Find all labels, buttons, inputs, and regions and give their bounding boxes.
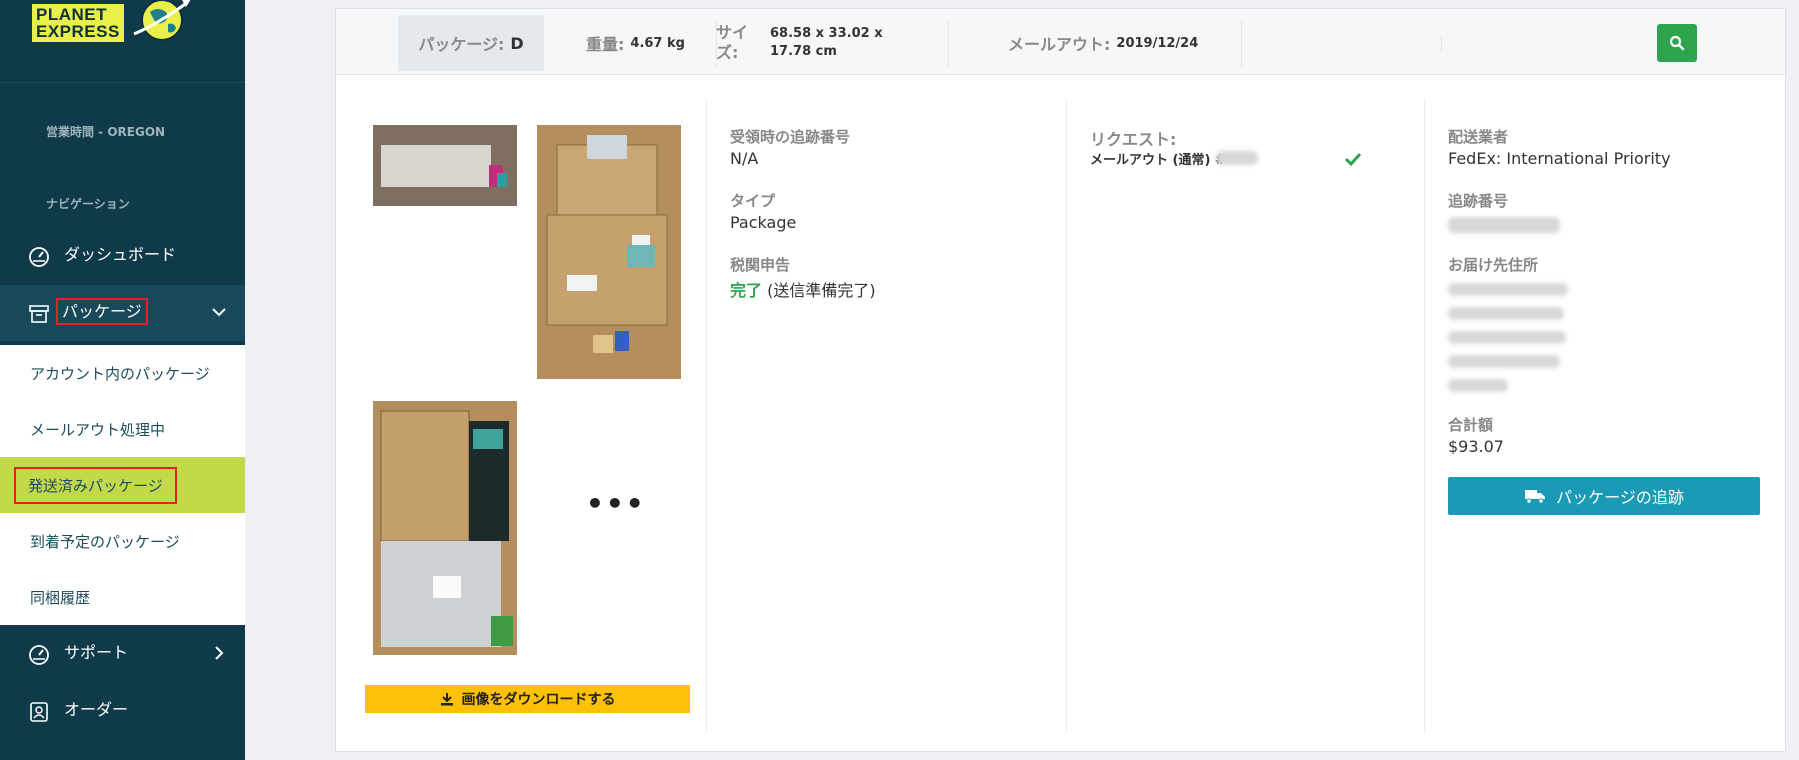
- request-label: リクエスト:: [1090, 130, 1177, 149]
- total-value: $93.07: [1448, 437, 1504, 456]
- more-photos-indicator[interactable]: •••: [586, 487, 646, 520]
- mailout-label: メールアウト:: [1008, 35, 1111, 54]
- redacted-address-line: [1448, 355, 1560, 368]
- column-divider: [706, 101, 707, 731]
- header-divider: [948, 21, 949, 67]
- header-divider: [1441, 35, 1442, 53]
- logo-line-1: PLANET: [36, 5, 107, 24]
- redacted-address-line: [1448, 307, 1564, 320]
- nav-support[interactable]: サポート: [0, 626, 245, 682]
- submenu-shipped-packages-label: 発送済みパッケージ: [14, 467, 177, 504]
- carrier-label: 配送業者: [1448, 128, 1509, 146]
- gauge-icon: [29, 645, 49, 665]
- archive-box-icon: [29, 305, 49, 323]
- customs-note: (送信準備完了): [767, 281, 876, 300]
- package-id-cell: パッケージ: D: [398, 15, 544, 71]
- header-divider: [1241, 21, 1242, 67]
- tracking-label: 追跡番号: [1448, 192, 1509, 210]
- nav-support-label: サポート: [64, 643, 129, 662]
- column-divider: [1066, 101, 1067, 731]
- total-label: 合計額: [1448, 416, 1494, 434]
- submenu-account-packages-label: アカウント内のパッケージ: [30, 365, 210, 383]
- submenu-expected-packages-label: 到着予定のパッケージ: [30, 533, 180, 551]
- track-package-label: パッケージの追跡: [1556, 488, 1684, 507]
- search-button[interactable]: [1657, 24, 1697, 62]
- nav-packages[interactable]: パッケージ: [0, 285, 245, 341]
- package-photo-2-image: [537, 125, 681, 379]
- submenu-consolidation-history-label: 同梱履歴: [30, 589, 91, 607]
- package-card: パッケージ: D 重量: 4.67 kg サイズ: 68.58 x 33.02 …: [335, 8, 1786, 752]
- redacted-tracking-number: [1448, 217, 1560, 233]
- size-label: サイズ:: [716, 23, 749, 62]
- submenu-expected-packages[interactable]: 到着予定のパッケージ: [0, 513, 245, 569]
- type-value: Package: [730, 213, 797, 232]
- tracking-in-label: 受領時の追跡番号: [730, 128, 851, 146]
- contact-card-icon: [30, 702, 48, 722]
- nav-packages-text: パッケージ: [56, 298, 148, 325]
- package-label: パッケージ:: [418, 35, 505, 54]
- nav-dashboard[interactable]: ダッシュボード: [0, 228, 245, 284]
- weight-label: 重量:: [586, 35, 625, 54]
- download-images-button[interactable]: 画像をダウンロードする: [365, 685, 690, 713]
- request-value: メールアウト (通常) #: [1090, 153, 1226, 168]
- address-label: お届け先住所: [1448, 256, 1539, 274]
- nav-orders[interactable]: オーダー: [0, 683, 245, 739]
- submenu-shipped-packages[interactable]: 発送済みパッケージ: [0, 457, 245, 513]
- download-icon: [440, 693, 453, 706]
- package-summary-header: パッケージ: D 重量: 4.67 kg サイズ: 68.58 x 33.02 …: [336, 9, 1785, 75]
- sidebar-divider: [0, 82, 245, 83]
- column-divider: [1424, 101, 1425, 731]
- customs-value: 完了 (送信準備完了): [730, 277, 876, 301]
- weight-cell: 重量: 4.67 kg: [586, 15, 685, 71]
- redacted-request-id: [1216, 151, 1258, 165]
- packages-submenu: アカウント内のパッケージ メールアウト処理中 発送済みパッケージ 到着予定のパッ…: [0, 345, 245, 625]
- gauge-icon: [29, 247, 49, 267]
- download-images-label: 画像をダウンロードする: [461, 692, 616, 708]
- search-icon: [1669, 35, 1685, 51]
- navigation-heading: ナビゲーション: [46, 197, 130, 211]
- weight-value: 4.67 kg: [630, 35, 685, 51]
- submenu-consolidation-history[interactable]: 同梱履歴: [0, 569, 245, 625]
- mailout-cell: メールアウト: 2019/12/24: [1008, 15, 1198, 71]
- package-photo-1[interactable]: [373, 125, 517, 206]
- size-cell: サイズ: 68.58 x 33.02 x 17.78 cm: [716, 15, 906, 71]
- nav-packages-label: パッケージ: [56, 298, 148, 325]
- redacted-address-line: [1448, 331, 1566, 344]
- package-value: D: [510, 33, 524, 53]
- carrier-value: FedEx: International Priority: [1448, 149, 1671, 168]
- size-value: 68.58 x 33.02 x 17.78 cm: [770, 26, 883, 59]
- tracking-in-value: N/A: [730, 149, 759, 168]
- logo-line-2: EXPRESS: [36, 22, 120, 41]
- package-photo-2[interactable]: [537, 125, 681, 379]
- nav-dashboard-label: ダッシュボード: [64, 245, 177, 264]
- redacted-address-line: [1448, 283, 1568, 296]
- submenu-account-packages[interactable]: アカウント内のパッケージ: [0, 345, 245, 401]
- chevron-right-icon: [215, 646, 224, 660]
- package-photo-3-image: [373, 401, 517, 655]
- redacted-address-line: [1448, 379, 1508, 392]
- truck-icon: [1525, 490, 1546, 504]
- type-label: タイプ: [730, 192, 776, 210]
- mailout-value: 2019/12/24: [1116, 35, 1199, 51]
- chevron-down-icon: [212, 308, 226, 317]
- globe-icon: [133, 0, 191, 41]
- customs-status: 完了: [730, 281, 763, 300]
- track-package-button[interactable]: パッケージの追跡: [1448, 477, 1760, 515]
- package-photo-3[interactable]: [373, 401, 517, 655]
- logo-wordmark: PLANET EXPRESS: [32, 4, 124, 42]
- package-photo-1-image: [373, 125, 517, 206]
- submenu-mailout-processing-label: メールアウト処理中: [30, 421, 166, 439]
- hours-label: 営業時間 - OREGON: [46, 125, 166, 139]
- planet-express-logo[interactable]: PLANET EXPRESS: [28, 0, 198, 48]
- submenu-mailout-processing[interactable]: メールアウト処理中: [0, 401, 245, 457]
- nav-orders-label: オーダー: [64, 700, 129, 719]
- checkmark-icon: [1344, 152, 1362, 167]
- customs-label: 税関申告: [730, 256, 791, 274]
- sidebar: PLANET EXPRESS 営業時間 - OREGON ナビゲーション ダッシ…: [0, 0, 245, 760]
